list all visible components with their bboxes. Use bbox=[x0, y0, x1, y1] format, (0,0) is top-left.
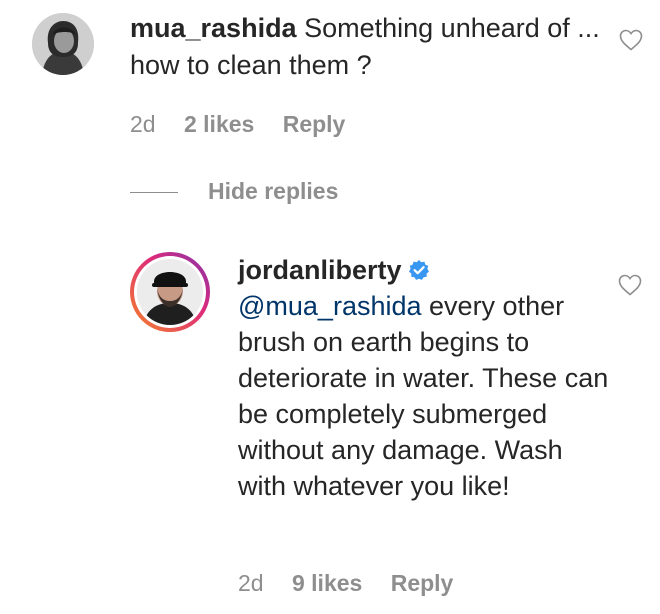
like-button[interactable] bbox=[619, 29, 643, 51]
reply-username[interactable]: jordanliberty bbox=[238, 255, 402, 285]
reply-likes[interactable]: 9 likes bbox=[292, 570, 362, 596]
comment-likes[interactable]: 2 likes bbox=[184, 111, 254, 137]
like-button[interactable] bbox=[618, 274, 642, 296]
comment-username[interactable]: mua_rashida bbox=[130, 13, 297, 43]
reply-button[interactable]: Reply bbox=[283, 111, 346, 137]
hide-replies-label: Hide replies bbox=[208, 178, 339, 204]
heart-outline-icon bbox=[618, 274, 642, 296]
mention-link[interactable]: @mua_rashida bbox=[238, 291, 422, 321]
avatar-image bbox=[32, 13, 94, 75]
reply-text: every other brush on earth begins to det… bbox=[238, 291, 609, 501]
avatar-image bbox=[137, 259, 203, 325]
avatar[interactable] bbox=[32, 13, 94, 75]
hide-replies-button[interactable]: Hide replies bbox=[130, 178, 338, 205]
reply-body: jordanliberty @mua_rashida every other b… bbox=[238, 252, 618, 504]
reply-button[interactable]: Reply bbox=[391, 570, 454, 596]
heart-outline-icon bbox=[619, 29, 643, 51]
divider bbox=[130, 192, 178, 194]
comment-time: 2d bbox=[130, 111, 156, 137]
verified-badge-icon bbox=[408, 254, 430, 280]
avatar bbox=[137, 259, 203, 325]
reply-meta: 2d 9 likes Reply bbox=[238, 570, 475, 597]
comment-meta: 2d 2 likes Reply bbox=[130, 111, 367, 138]
story-ring[interactable] bbox=[130, 252, 210, 332]
reply-time: 2d bbox=[238, 570, 264, 596]
comment-body: mua_rashida Something unheard of ... how… bbox=[130, 10, 610, 84]
